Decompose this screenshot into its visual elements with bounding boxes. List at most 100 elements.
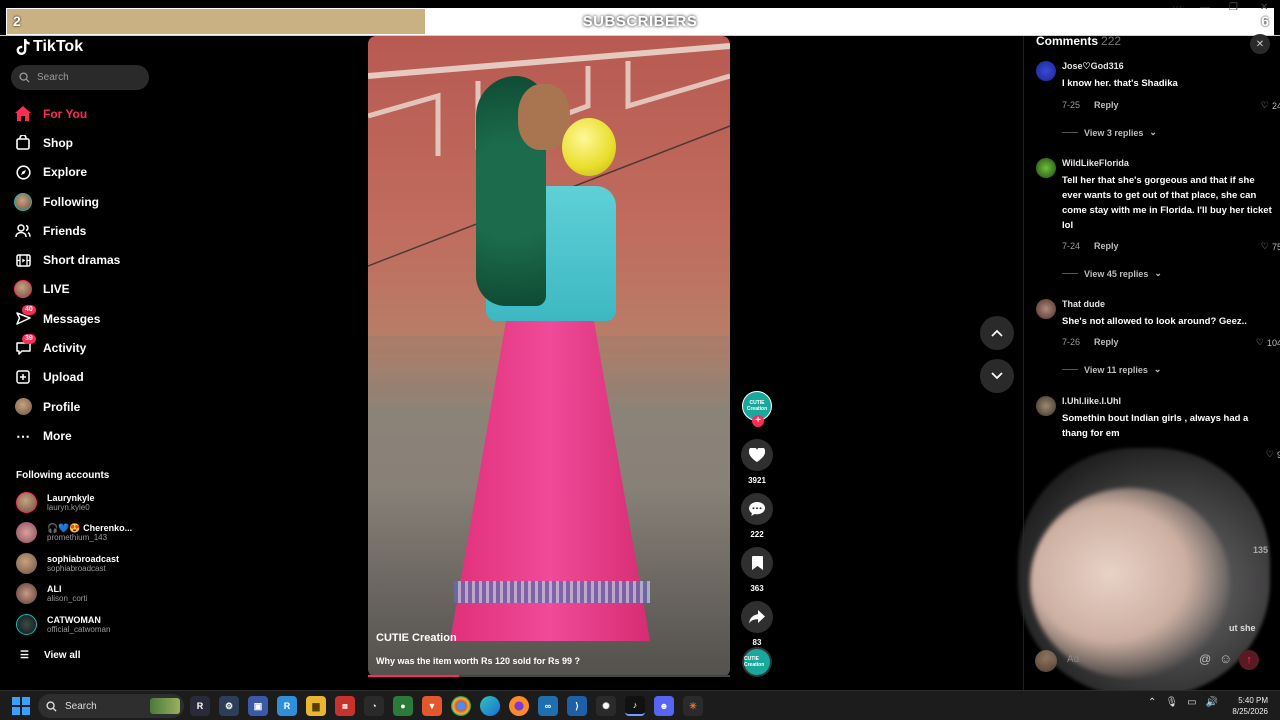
view-replies-button[interactable]: View 11 replies ⌄ bbox=[1062, 364, 1161, 375]
microphone-icon[interactable]: 🎙 bbox=[1165, 697, 1178, 708]
clock-time: 5:40 PM bbox=[1238, 696, 1268, 705]
comment-action[interactable]: 222 bbox=[741, 493, 773, 539]
window-maximize-icon[interactable]: ❐ bbox=[1229, 2, 1238, 13]
nav-item-shop[interactable]: Shop bbox=[14, 128, 120, 157]
network-icon[interactable]: ▭ bbox=[1187, 697, 1196, 708]
save-action[interactable]: 363 bbox=[741, 547, 773, 593]
reply-button[interactable]: Reply bbox=[1094, 337, 1119, 347]
comment-input[interactable]: Ad bbox=[1067, 654, 1079, 665]
chrome-icon[interactable] bbox=[451, 696, 471, 716]
window-minimize-icon[interactable]: — bbox=[1200, 2, 1210, 13]
app-icon-burst[interactable]: ✳ bbox=[683, 696, 703, 716]
app-icon-r[interactable]: R bbox=[190, 696, 210, 716]
like-button[interactable] bbox=[741, 439, 773, 471]
tiktok-taskbar-icon[interactable]: ♪ bbox=[625, 696, 645, 716]
dramas-icon bbox=[14, 251, 32, 269]
save-button[interactable] bbox=[741, 547, 773, 579]
nav-item-upload[interactable]: Upload bbox=[14, 363, 120, 392]
app-icon-tools[interactable]: ⚙ bbox=[219, 696, 239, 716]
nav-item-for-you[interactable]: For You bbox=[14, 99, 120, 128]
following-account[interactable]: ALI alison_corti bbox=[16, 579, 132, 610]
taskbar-search[interactable]: Search bbox=[38, 694, 184, 718]
nav-item-explore[interactable]: Explore bbox=[14, 158, 120, 187]
mention-icon[interactable]: @ bbox=[1199, 652, 1211, 666]
video-progress-bar[interactable] bbox=[368, 675, 730, 677]
app-icon-link[interactable]: ∞ bbox=[538, 696, 558, 716]
account-avatar bbox=[16, 552, 37, 574]
following-account[interactable]: sophiabroadcast sophiabroadcast bbox=[16, 548, 132, 579]
comment-username[interactable]: WildLikeFlorida bbox=[1062, 158, 1129, 168]
discord-icon[interactable]: ☻ bbox=[654, 696, 674, 716]
app-icon-clock[interactable]: ◔ bbox=[364, 696, 384, 716]
app-icon-video[interactable]: ▤ bbox=[335, 696, 355, 716]
comment-like-button[interactable]: ♡ 9 bbox=[1266, 449, 1280, 460]
following-accounts-list: Laurynkyle lauryn.kyle0 🎧💙😍 Cherenko... pr… bbox=[16, 487, 132, 640]
app-icon-monitor[interactable]: ▣ bbox=[248, 696, 268, 716]
app-icon-remote[interactable]: R bbox=[277, 696, 297, 716]
follow-plus-icon[interactable]: + bbox=[752, 415, 764, 427]
nav-item-activity[interactable]: 39 Activity bbox=[14, 333, 120, 362]
commenter-avatar[interactable] bbox=[1036, 299, 1056, 319]
account-handle: lauryn.kyle0 bbox=[47, 502, 90, 512]
creator-avatar[interactable]: CUTIE Creation + bbox=[742, 391, 772, 427]
account-handle: official_catwoman bbox=[47, 624, 111, 634]
close-comments-button[interactable]: ✕ bbox=[1250, 34, 1270, 54]
comment-like-button[interactable]: ♡ 24 bbox=[1261, 100, 1280, 111]
next-video-button[interactable] bbox=[980, 359, 1014, 393]
nav-item-friends[interactable]: Friends bbox=[14, 216, 120, 245]
chevron-down-icon bbox=[991, 372, 1003, 380]
account-name: Laurynkyle bbox=[47, 492, 95, 503]
firefox-icon[interactable] bbox=[509, 696, 529, 716]
reply-button[interactable]: Reply bbox=[1094, 241, 1119, 251]
window-more-icon[interactable]: ⋯ bbox=[1172, 2, 1182, 13]
view-all-following-button[interactable]: ☰ View all bbox=[20, 650, 80, 661]
following-account[interactable]: CATWOMAN official_catwoman bbox=[16, 609, 132, 640]
app-icon-pinwheel[interactable]: ✺ bbox=[596, 696, 616, 716]
following-account[interactable]: 🎧💙😍 Cherenko... promethium_143 bbox=[16, 518, 132, 549]
account-handle: alison_corti bbox=[47, 594, 88, 604]
window-close-icon[interactable]: ✕ bbox=[1260, 2, 1268, 13]
comment-like-button[interactable]: ♡ 104 bbox=[1256, 337, 1280, 348]
commenter-avatar[interactable] bbox=[1036, 396, 1056, 416]
reply-button[interactable]: Reply bbox=[1094, 100, 1119, 110]
video-player[interactable] bbox=[368, 36, 730, 677]
nav-item-messages[interactable]: 40 Messages bbox=[14, 304, 120, 333]
tiktok-logo[interactable]: TikTok bbox=[16, 38, 83, 56]
view-replies-button[interactable]: View 3 replies ⌄ bbox=[1062, 127, 1157, 138]
commenter-avatar[interactable] bbox=[1036, 61, 1056, 81]
nav-item-live[interactable]: LIVE bbox=[14, 275, 120, 304]
share-action[interactable]: 83 bbox=[741, 601, 773, 647]
comment-username[interactable]: Jose♡God316 bbox=[1062, 61, 1124, 72]
view-replies-button[interactable]: View 45 replies ⌄ bbox=[1062, 268, 1162, 279]
brave-browser-icon[interactable]: ▼ bbox=[422, 696, 442, 716]
following-account[interactable]: Laurynkyle lauryn.kyle0 bbox=[16, 487, 132, 518]
share-button[interactable] bbox=[741, 601, 773, 633]
music-disc[interactable]: CUTIE Creation bbox=[742, 647, 772, 677]
maps-icon[interactable]: ● bbox=[393, 696, 413, 716]
nav-item-more[interactable]: ⋯ More bbox=[14, 421, 120, 450]
vscode-icon[interactable]: ⟩ bbox=[567, 696, 587, 716]
search-input[interactable]: Search bbox=[11, 65, 149, 90]
comment-count: 222 bbox=[750, 530, 764, 539]
nav-item-following[interactable]: Following bbox=[14, 187, 120, 216]
comment-username[interactable]: That dude bbox=[1062, 299, 1105, 309]
video-caption: Why was the item worth Rs 120 sold for R… bbox=[376, 656, 581, 666]
previous-video-button[interactable] bbox=[980, 316, 1014, 350]
comment-username[interactable]: I.Uhl.like.I.Uhl bbox=[1062, 396, 1121, 406]
commenter-avatar[interactable] bbox=[1036, 158, 1056, 178]
windows-start-icon[interactable] bbox=[12, 697, 30, 715]
taskbar-clock[interactable]: 5:40 PM 8/25/2026 bbox=[1220, 695, 1268, 717]
video-author[interactable]: CUTIE Creation bbox=[376, 632, 457, 644]
file-explorer-icon[interactable]: ▆ bbox=[306, 696, 326, 716]
nav-label: Shop bbox=[43, 135, 73, 150]
emoji-icon[interactable]: ☺ bbox=[1219, 651, 1232, 666]
volume-icon[interactable]: 🔊 bbox=[1206, 697, 1218, 708]
nav-item-short-dramas[interactable]: Short dramas bbox=[14, 245, 120, 274]
comment-like-button[interactable]: ♡ 75 bbox=[1261, 241, 1280, 252]
edge-icon[interactable] bbox=[480, 696, 500, 716]
nav-item-profile[interactable]: Profile bbox=[14, 392, 120, 421]
send-arrow-icon[interactable]: ↑ bbox=[1239, 650, 1259, 670]
tray-chevron-icon[interactable]: ⌃ bbox=[1148, 697, 1156, 708]
comment-button[interactable] bbox=[741, 493, 773, 525]
like-action[interactable]: 3921 bbox=[741, 439, 773, 485]
